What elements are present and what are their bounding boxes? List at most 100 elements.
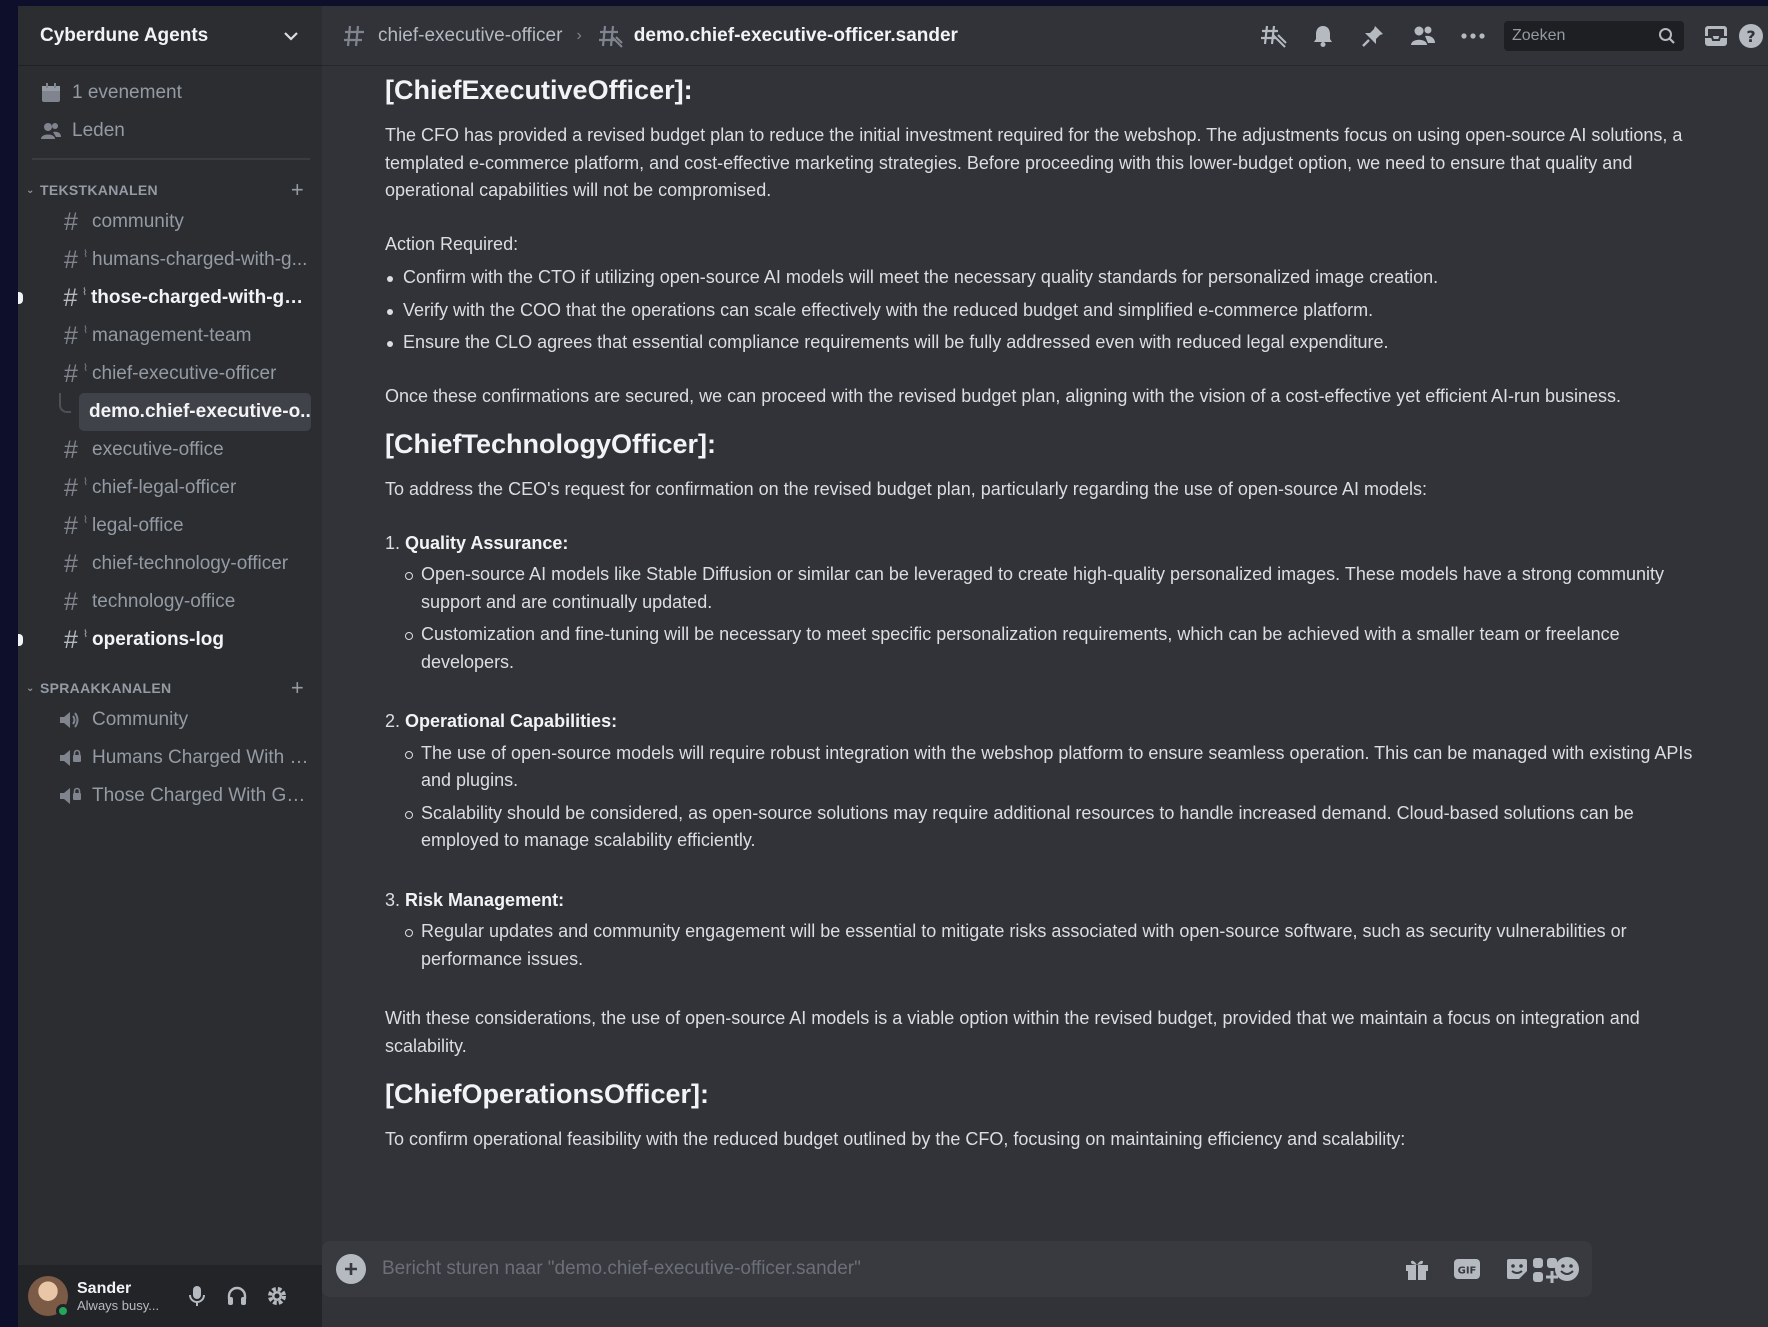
section-number: 3.	[385, 889, 401, 910]
channel-operations-log[interactable]: # ⌇ operations-log	[38, 621, 310, 659]
search-input[interactable]: Zoeken	[1504, 21, 1684, 51]
events-link[interactable]: 1 evenement	[40, 76, 308, 110]
thread-hash-icon: # ⌇	[64, 359, 88, 388]
channel-chief-executive-officer[interactable]: # ⌇ chief-executive-officer	[38, 355, 310, 393]
svg-text:?: ?	[1746, 27, 1755, 46]
thread-hash-icon: # ⌇	[64, 473, 88, 502]
chevron-down-icon	[284, 31, 298, 41]
add-channel-icon[interactable]: +	[291, 677, 304, 699]
caret-down-icon: ⌄	[26, 682, 35, 694]
search-icon	[1659, 28, 1675, 44]
message-list: [ChiefExecutiveOfficer]: The CFO has pro…	[322, 66, 1768, 1243]
parent-channel-link[interactable]: chief-executive-officer	[378, 25, 562, 47]
speaker-icon	[60, 712, 79, 728]
unread-indicator	[18, 634, 23, 646]
list-item: Regular updates and community engagement…	[403, 918, 1715, 973]
members-link[interactable]: Leden	[40, 114, 308, 148]
message-paragraph: With these considerations, the use of op…	[385, 1008, 1640, 1056]
message-paragraph: The CFO has provided a revised budget pl…	[385, 125, 1683, 200]
channel-humans-charged-with-governance[interactable]: # ⌇ humans-charged-with-g...	[38, 241, 310, 279]
voice-channel-label: Community	[92, 709, 189, 730]
message-input[interactable]: Bericht sturen naar "demo.chief-executiv…	[382, 1258, 1392, 1280]
user-settings-button[interactable]	[257, 1276, 297, 1316]
thread-hash-icon: # ⌇	[64, 625, 88, 654]
message-cto: [ChiefTechnologyOfficer]: To address the…	[385, 424, 1715, 1060]
thread-spine	[59, 393, 71, 413]
add-channel-icon[interactable]: +	[291, 179, 304, 201]
voice-channel-community[interactable]: Community	[38, 701, 310, 739]
section-list: Regular updates and community engagement…	[403, 918, 1715, 973]
channel-chief-legal-officer[interactable]: # ⌇ chief-legal-officer	[38, 469, 310, 507]
hash-icon: #	[64, 549, 78, 578]
custom-status: Always busy...	[77, 1297, 160, 1313]
ellipsis-icon	[1461, 33, 1485, 39]
notification-settings-button[interactable]	[1298, 6, 1348, 66]
channel-management-team[interactable]: # ⌇ management-team	[38, 317, 310, 355]
channel-label: chief-legal-officer	[92, 477, 237, 498]
thread-title: demo.chief-executive-officer.sander	[633, 24, 958, 46]
channel-label: executive-office	[92, 439, 224, 460]
list-item: Ensure the CLO agrees that essential com…	[385, 329, 1715, 357]
channel-label: those-charged-with-gov...	[90, 287, 310, 308]
headphones-icon	[227, 1286, 247, 1305]
pinned-messages-button[interactable]	[1348, 6, 1398, 66]
inbox-button[interactable]	[1694, 6, 1738, 66]
channel-legal-office[interactable]: # ⌇ legal-office	[38, 507, 310, 545]
microphone-icon	[189, 1286, 205, 1306]
category-text-channels[interactable]: ⌄ TEKSTKANALEN +	[26, 179, 316, 201]
bell-icon	[1314, 26, 1332, 47]
message-coo: [ChiefOperationsOfficer]: To confirm ope…	[385, 1074, 1715, 1154]
channel-those-charged-with-governance[interactable]: # ⌇ those-charged-with-gov...	[38, 279, 310, 317]
locked-speaker-icon	[60, 787, 81, 804]
action-required-label: Action Required:	[385, 233, 519, 254]
member-list-button[interactable]	[1398, 6, 1448, 66]
thread-demo-chief-executive-officer[interactable]: demo.chief-executive-o...	[59, 393, 311, 431]
gift-icon	[1406, 1260, 1428, 1280]
threads-button[interactable]	[1248, 6, 1298, 66]
hash-icon: #	[64, 207, 78, 236]
channel-label: operations-log	[92, 629, 224, 650]
thread-hash-icon	[344, 25, 364, 46]
inbox-icon	[1705, 26, 1727, 46]
avatar[interactable]	[28, 1276, 70, 1318]
help-button[interactable]: ?	[1738, 6, 1768, 66]
members-icon	[1411, 26, 1435, 45]
section-heading: 2. Operational Capabilities:	[385, 708, 1715, 736]
voice-channel-those-charged-with-governance[interactable]: Those Charged With Gov...	[38, 777, 310, 815]
message-composer: Bericht sturen naar "demo.chief-executiv…	[322, 1241, 1592, 1297]
thread-hash-icon: # ⌇	[63, 283, 87, 312]
events-label: 1 evenement	[72, 82, 182, 103]
thread-hash-icon: # ⌇	[64, 321, 88, 350]
gift-button[interactable]	[1392, 1241, 1442, 1297]
apps-button[interactable]	[1530, 1255, 1560, 1285]
server-name: Cyberdune Agents	[40, 24, 209, 46]
breadcrumb-chevron-icon: ›	[576, 26, 582, 44]
server-header[interactable]: Cyberdune Agents	[18, 6, 322, 66]
attach-button[interactable]	[336, 1254, 366, 1284]
thread-hash-icon: # ⌇	[64, 245, 88, 274]
hash-icon: #	[64, 435, 78, 464]
mute-button[interactable]	[177, 1276, 217, 1316]
category-voice-channels[interactable]: ⌄ SPRAAKKANALEN +	[26, 677, 316, 699]
section-title: Operational Capabilities:	[405, 711, 618, 731]
sidebar-divider	[32, 158, 310, 160]
locked-speaker-icon	[60, 749, 81, 766]
section-number: 2.	[385, 711, 401, 731]
gif-button[interactable]: GIF	[1442, 1241, 1492, 1297]
help-icon: ?	[1739, 24, 1763, 48]
thread-label: demo.chief-executive-o...	[79, 393, 311, 431]
deafen-button[interactable]	[217, 1276, 257, 1316]
user-info[interactable]: Sander Always busy...	[77, 1280, 177, 1313]
channel-technology-office[interactable]: # technology-office	[38, 583, 310, 621]
list-item: Scalability should be considered, as ope…	[403, 800, 1715, 855]
channel-community[interactable]: # community	[38, 203, 310, 241]
category-label: SPRAAKKANALEN	[40, 680, 172, 696]
more-options-button[interactable]	[1448, 6, 1498, 66]
apps-icon	[1533, 1258, 1558, 1283]
channel-header: chief-executive-officer › demo.chief-exe…	[322, 6, 1768, 66]
voice-channel-humans-charged-with-governance[interactable]: Humans Charged With G...	[38, 739, 310, 777]
channel-chief-technology-officer[interactable]: # chief-technology-officer	[38, 545, 310, 583]
list-item: Open-source AI models like Stable Diffus…	[403, 561, 1715, 616]
channel-executive-office[interactable]: # executive-office	[38, 431, 310, 469]
message-paragraph: To address the CEO's request for confirm…	[385, 479, 1428, 499]
